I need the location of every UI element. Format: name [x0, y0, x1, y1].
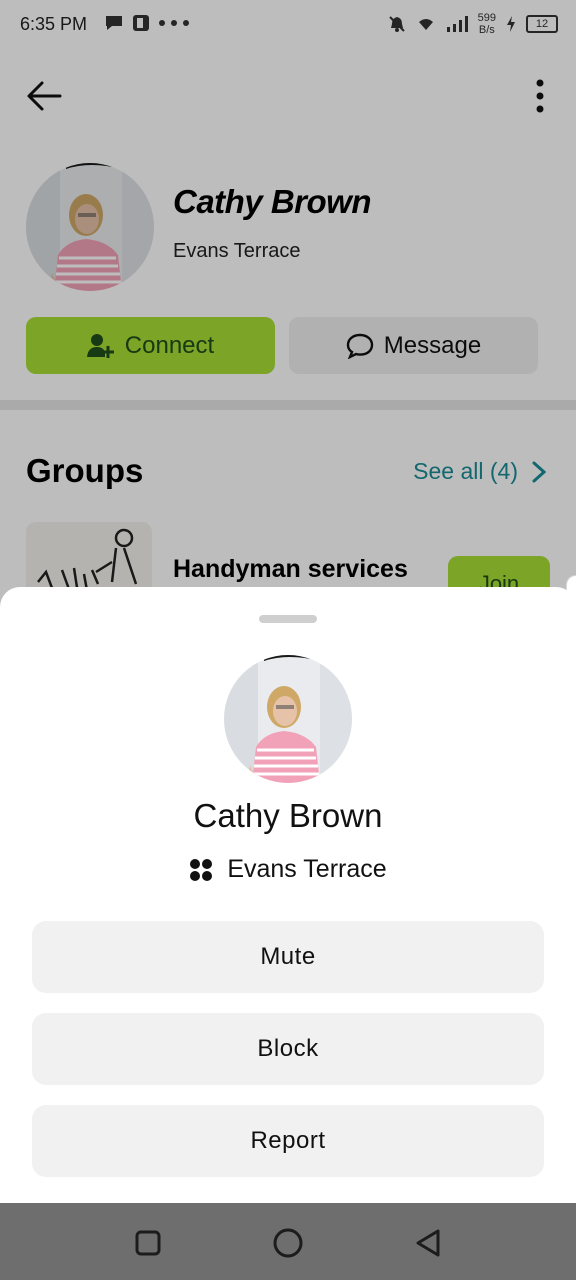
sheet-drag-handle[interactable] — [259, 615, 317, 623]
system-navigation-bar — [0, 1203, 576, 1280]
sheet-location-label: Evans Terrace — [227, 855, 387, 883]
community-dots-icon — [190, 858, 213, 881]
sheet-location: Evans Terrace — [0, 855, 576, 884]
mute-button[interactable]: Mute — [32, 921, 544, 993]
block-button[interactable]: Block — [32, 1013, 544, 1085]
sheet-avatar — [224, 655, 352, 783]
profile-actions-sheet: Cathy Brown Evans Terrace Mute Block Rep… — [0, 587, 576, 1203]
triangle-back-icon[interactable] — [408, 1223, 448, 1263]
report-button[interactable]: Report — [32, 1105, 544, 1177]
square-nav-icon[interactable] — [128, 1223, 168, 1263]
sheet-name: Cathy Brown — [193, 797, 383, 834]
circle-nav-icon[interactable] — [268, 1223, 308, 1263]
